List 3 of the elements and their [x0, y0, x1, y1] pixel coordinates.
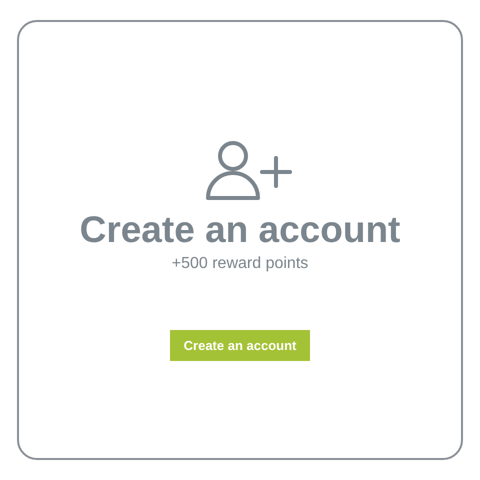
reward-points-text: +500 reward points	[172, 254, 308, 274]
create-account-button[interactable]: Create an account	[170, 330, 310, 361]
card-title: Create an account	[80, 208, 400, 252]
